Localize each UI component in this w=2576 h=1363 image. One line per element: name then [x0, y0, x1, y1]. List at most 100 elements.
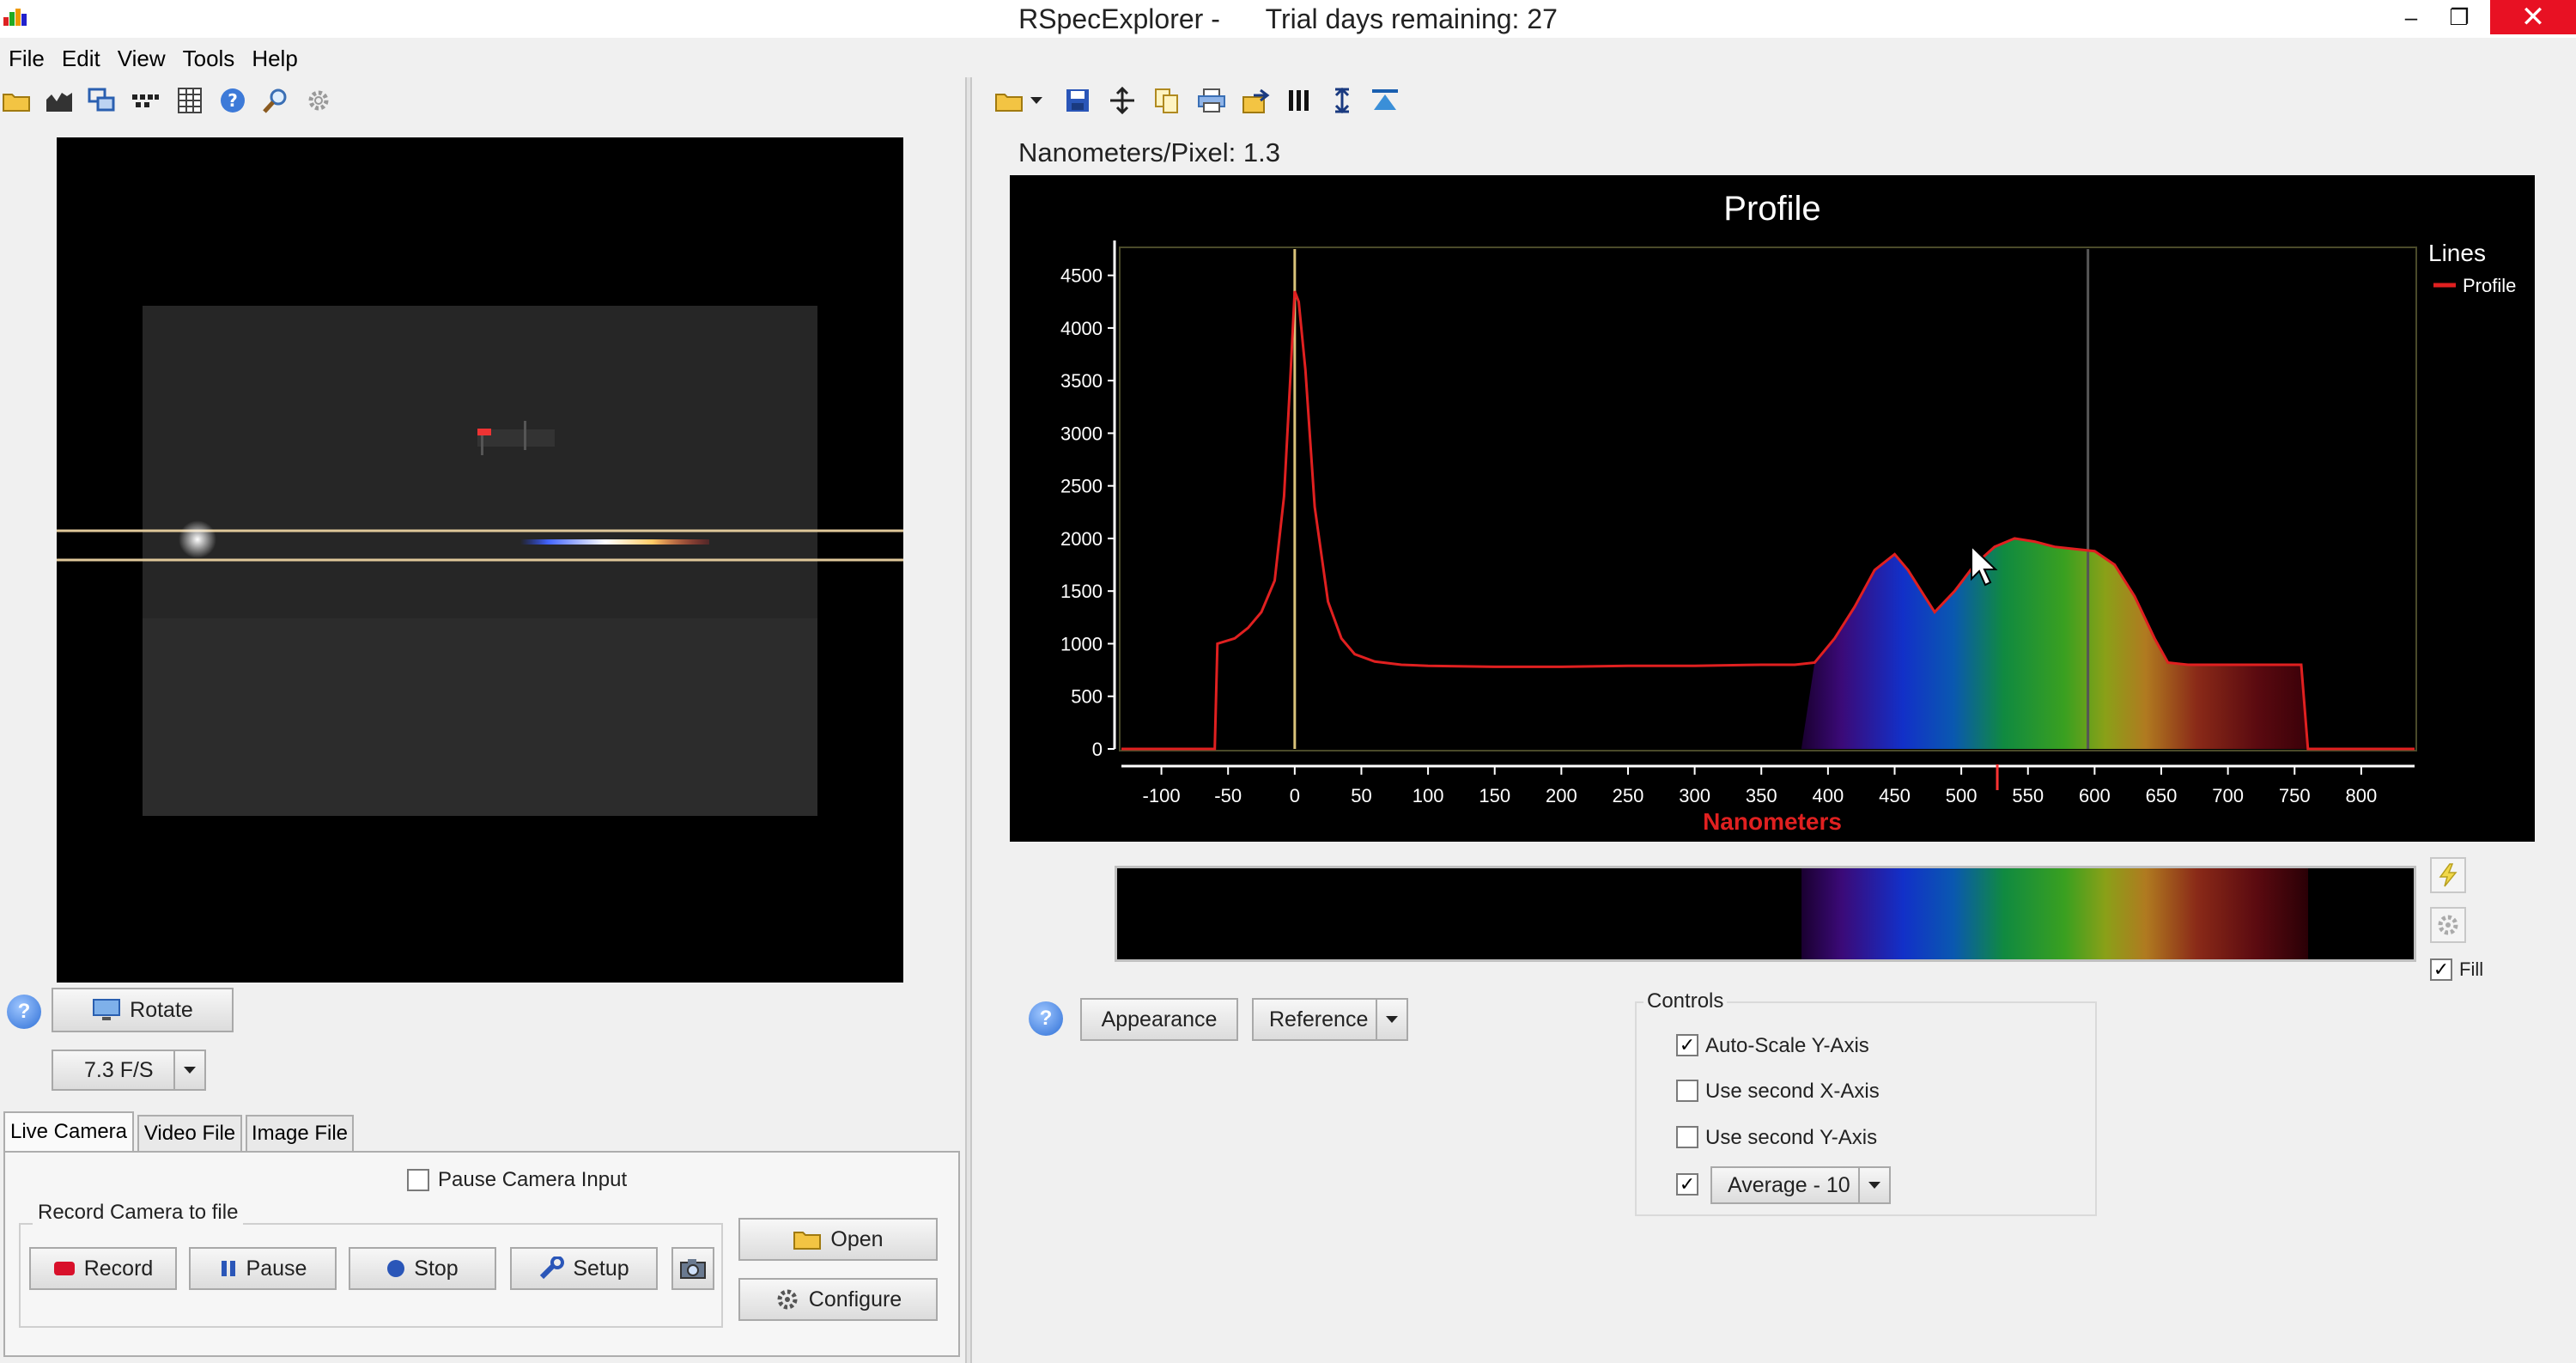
second-x-checkbox[interactable] [1676, 1080, 1698, 1102]
pause-button[interactable]: Pause [189, 1247, 337, 1290]
windows-icon[interactable] [86, 84, 118, 117]
fill-label: Fill [2459, 958, 2484, 980]
profile-chart[interactable]: Profile 0 500 1000 1500 2000 2500 3000 3500 4000… [1010, 175, 2535, 842]
x-tick-label: 250 [1613, 785, 1644, 806]
gear-icon[interactable] [302, 84, 335, 117]
restore-button[interactable]: ❐ [2427, 0, 2492, 34]
configure-button[interactable]: Configure [738, 1278, 938, 1321]
chevron-down-icon[interactable] [173, 1051, 204, 1089]
average-checkbox[interactable]: ✓ [1676, 1173, 1698, 1196]
vertical-arrows-icon[interactable] [1326, 84, 1358, 117]
chart-icon[interactable] [43, 84, 76, 117]
configure-label: Configure [808, 1287, 902, 1311]
crosshair-icon[interactable] [1106, 84, 1139, 117]
camera-icon [680, 1259, 706, 1279]
save-icon[interactable] [1061, 84, 1094, 117]
snapshot-button[interactable] [671, 1247, 714, 1290]
columns-icon[interactable] [1283, 84, 1315, 117]
tab-image-file[interactable]: Image File [246, 1115, 354, 1151]
camera-help-button[interactable]: ? [7, 995, 41, 1029]
appearance-button[interactable]: Appearance [1080, 998, 1238, 1041]
x-tick-label: 0 [1290, 785, 1300, 806]
auto-scale-checkbox[interactable]: ✓ [1676, 1034, 1698, 1056]
second-y-checkbox[interactable] [1676, 1126, 1698, 1148]
pause-input-checkbox[interactable] [407, 1169, 429, 1191]
setup-button[interactable]: Setup [510, 1247, 658, 1290]
x-tick-label: 500 [1946, 785, 1978, 806]
x-tick-label: 150 [1479, 785, 1510, 806]
menu-edit[interactable]: Edit [53, 41, 109, 76]
open-label: Open [830, 1226, 884, 1251]
x-tick-label: -100 [1143, 785, 1181, 806]
zoom-icon[interactable] [259, 84, 292, 117]
camera-frame [57, 306, 903, 816]
lightning-icon[interactable] [2430, 857, 2466, 893]
export-icon[interactable] [1240, 84, 1273, 117]
x-tick-label: 800 [2346, 785, 2378, 806]
pause-icon [221, 1261, 235, 1276]
record-group-label: Record Camera to file [33, 1201, 244, 1225]
stop-button[interactable]: Stop [349, 1247, 496, 1290]
tab-live-camera[interactable]: Live Camera [3, 1111, 134, 1151]
record-icon [53, 1262, 75, 1275]
auto-scale-label: Auto-Scale Y-Axis [1705, 1034, 1869, 1057]
second-x-label: Use second X-Axis [1705, 1080, 1880, 1103]
chart-help-button[interactable]: ? [1029, 1001, 1063, 1036]
print-icon[interactable] [1195, 84, 1228, 117]
close-button[interactable]: ✕ [2490, 0, 2576, 34]
spectrum-strip [1115, 866, 2416, 962]
average-value: Average - 10 [1728, 1172, 1850, 1197]
copy-icon[interactable] [1151, 84, 1183, 117]
chart-title: Profile [1723, 190, 1820, 228]
menu-tools[interactable]: Tools [174, 41, 244, 76]
wrench-icon [540, 1257, 565, 1280]
reference-button[interactable]: Reference [1252, 998, 1408, 1041]
x-tick-label: 550 [2012, 785, 2044, 806]
open-button[interactable]: Open [738, 1218, 938, 1261]
average-select[interactable]: Average - 10 [1710, 1166, 1891, 1204]
menu-file[interactable]: File [0, 41, 53, 76]
open-folder-icon[interactable] [0, 84, 33, 117]
help-icon[interactable]: ? [216, 84, 249, 117]
stop-icon [387, 1260, 405, 1277]
menu-view[interactable]: View [109, 41, 174, 76]
spectrum-fill [1801, 538, 2308, 749]
menu-help[interactable]: Help [243, 41, 306, 76]
record-button[interactable]: Record [29, 1247, 177, 1290]
average-dropdown-icon[interactable] [1858, 1168, 1889, 1202]
rotate-button[interactable]: Rotate [52, 988, 234, 1032]
x-tick-label: 450 [1879, 785, 1911, 806]
reference-dropdown-icon[interactable] [1376, 1000, 1406, 1039]
x-tick-label: 200 [1546, 785, 1577, 806]
x-tick-label: 300 [1679, 785, 1710, 806]
y-tick-label: 1500 [1060, 581, 1103, 602]
legend-title: Lines [2428, 240, 2486, 266]
grid-icon[interactable] [173, 84, 206, 117]
menu-bar: File Edit View Tools Help [0, 41, 970, 76]
open-folder-icon[interactable] [993, 84, 1025, 117]
legend-entry-profile: Profile [2463, 275, 2516, 296]
y-tick-label: 2000 [1060, 528, 1103, 550]
monitor-icon [93, 999, 121, 1020]
settings-icon[interactable] [2430, 907, 2466, 943]
x-tick-label: 650 [2146, 785, 2178, 806]
x-tick-label: 100 [1413, 785, 1444, 806]
record-label: Record [83, 1256, 154, 1281]
x-tick-label: 350 [1746, 785, 1777, 806]
profile-chart-svg: Profile 05001000150020002500300035004000… [1060, 190, 2516, 835]
y-tick-label: 0 [1092, 739, 1103, 760]
y-tick-label: 3000 [1060, 423, 1103, 444]
align-top-icon[interactable] [1369, 84, 1401, 117]
fps-select[interactable]: 7.3 F/S [52, 1050, 206, 1091]
open-folder-icon [793, 1232, 822, 1250]
pane-splitter[interactable] [965, 77, 972, 1363]
nm-per-pixel-label: Nanometers/Pixel: 1.3 [1018, 137, 1280, 167]
y-tick-label: 1000 [1060, 633, 1103, 654]
tab-video-file[interactable]: Video File [137, 1115, 242, 1151]
x-tick-label: 750 [2279, 785, 2311, 806]
fill-checkbox[interactable]: ✓ [2430, 958, 2452, 981]
reference-label: Reference [1269, 1007, 1369, 1031]
dropdown-icon[interactable] [1027, 84, 1046, 117]
camera-view[interactable] [57, 137, 903, 983]
dots-icon[interactable] [129, 84, 161, 117]
